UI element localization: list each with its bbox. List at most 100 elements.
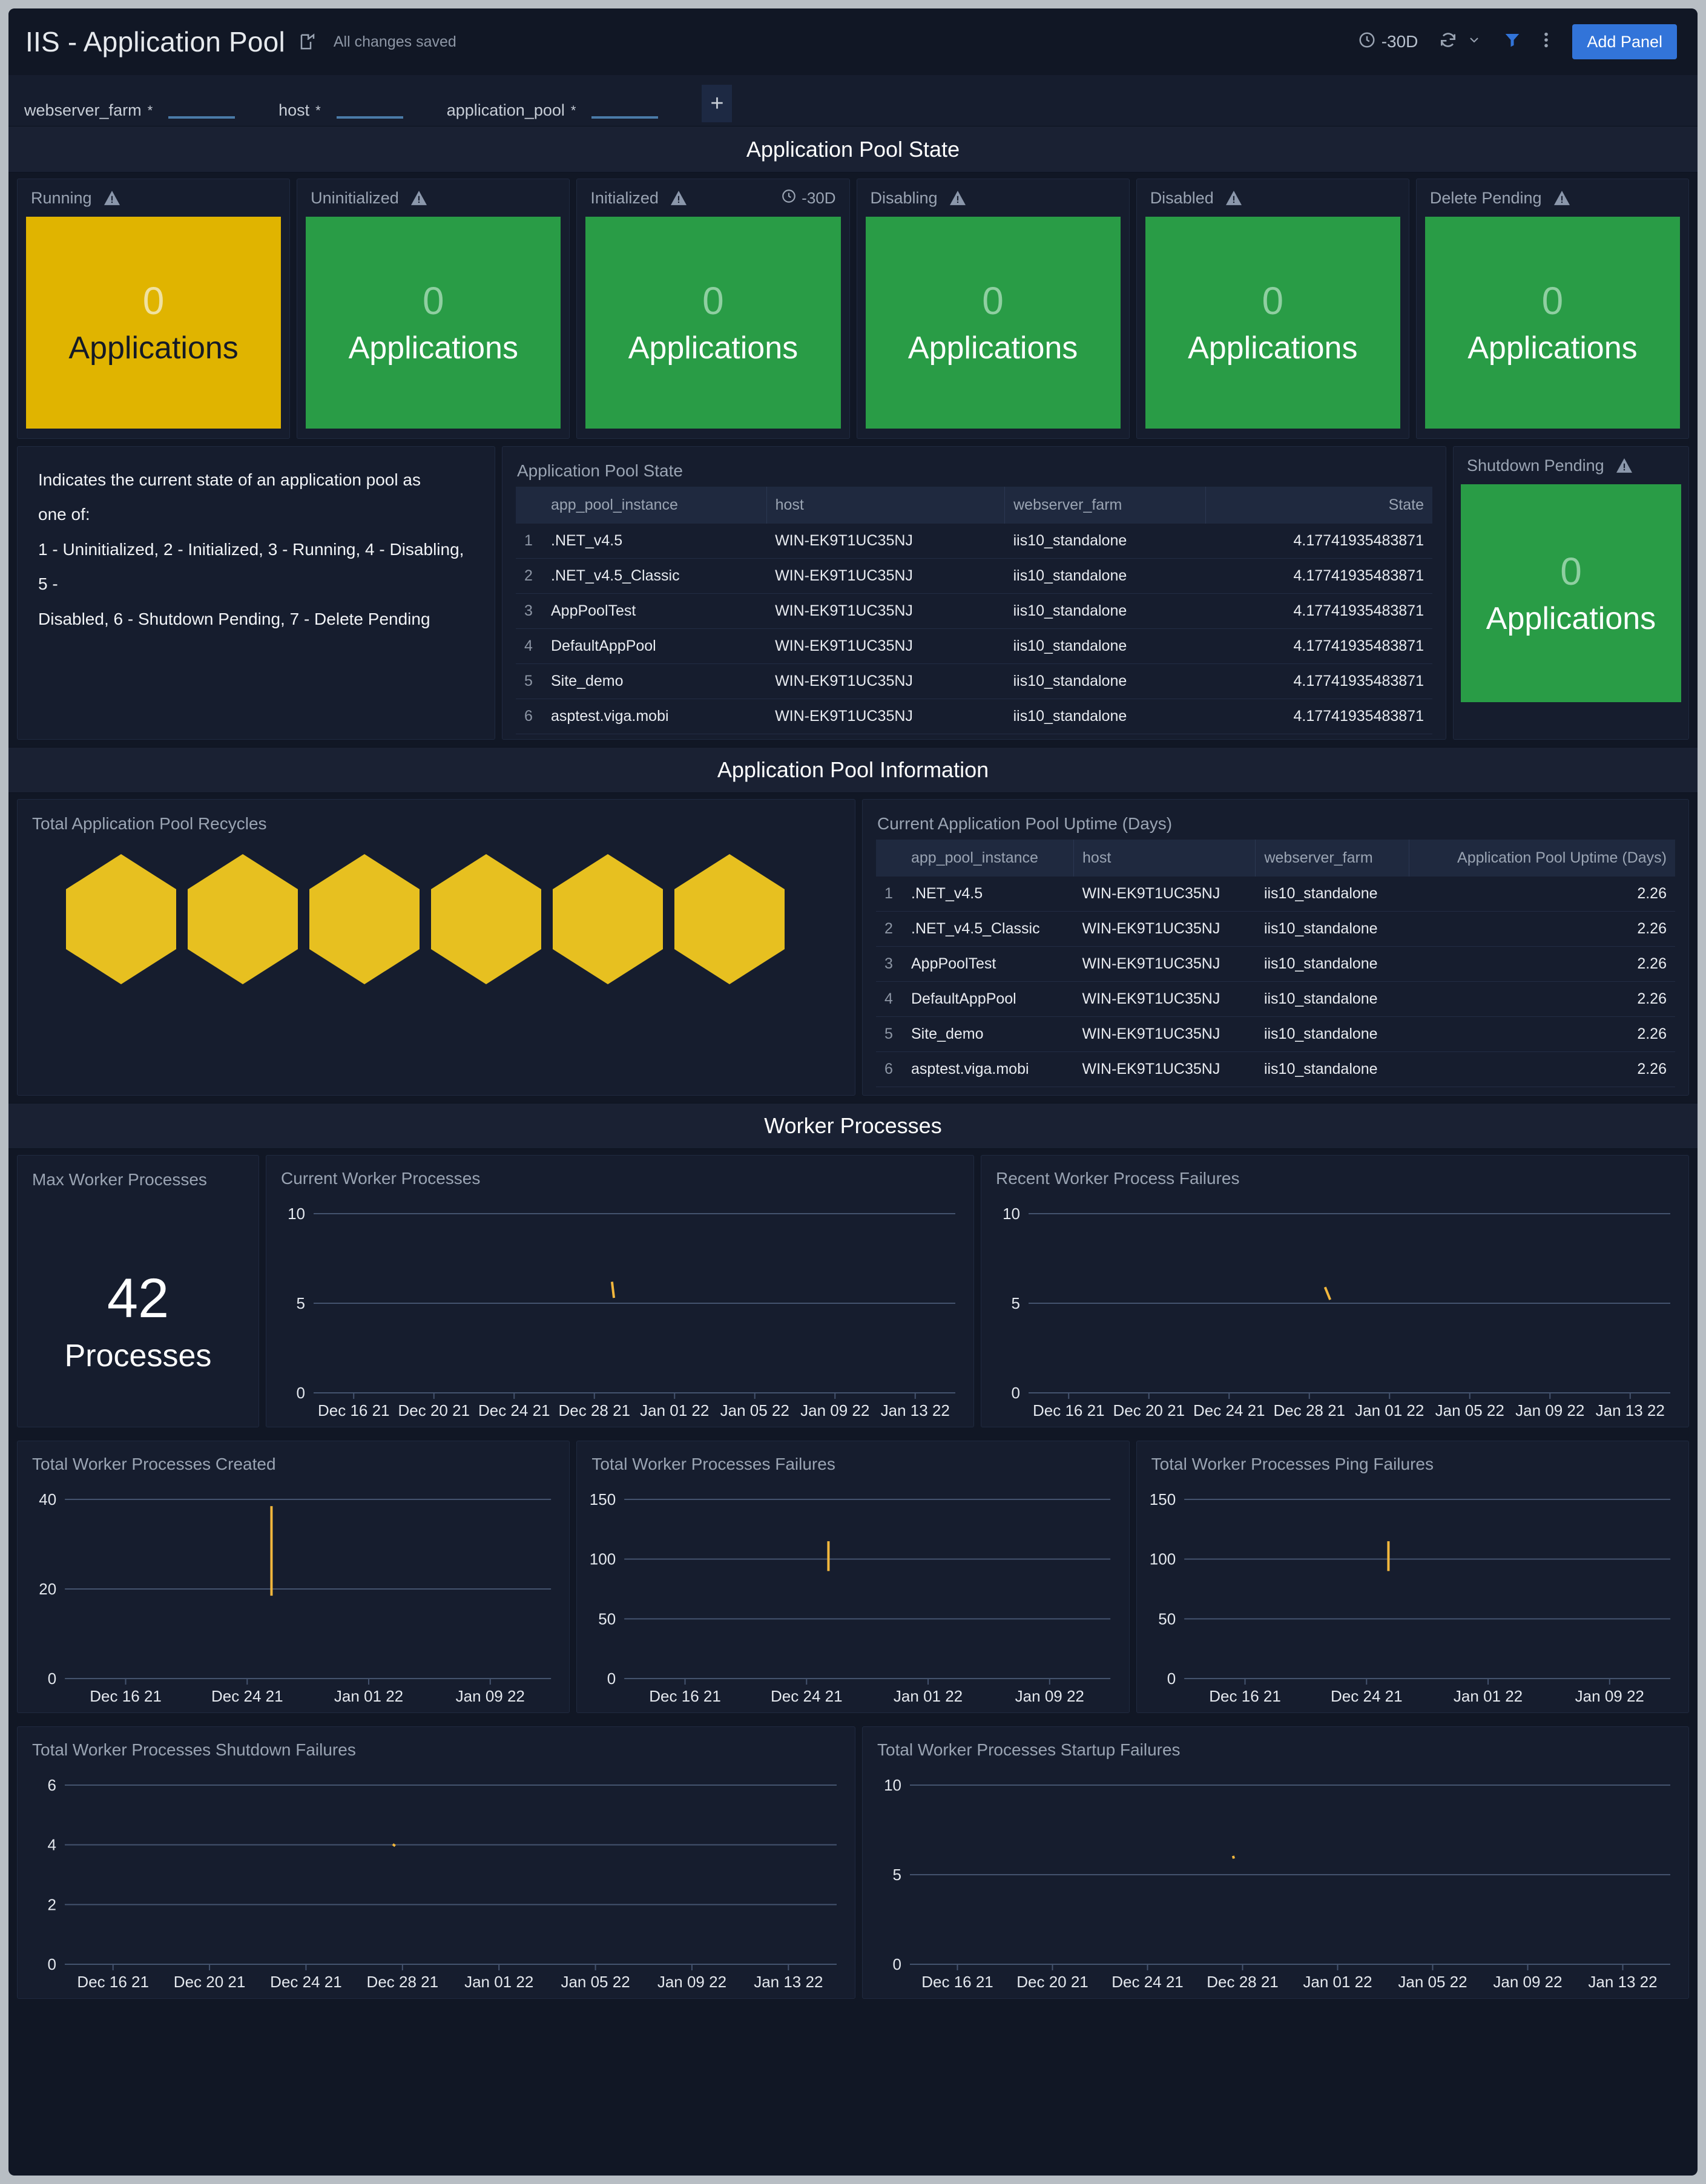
add-variable-button[interactable]: + xyxy=(702,85,733,122)
section-header-application-pool-information[interactable]: Application Pool Information xyxy=(8,747,1698,793)
cell-uptime: 2.26 xyxy=(1409,1051,1675,1087)
panel-title: Current Application Pool Uptime (Days) xyxy=(877,814,1173,833)
variable-input-webserver-farm[interactable] xyxy=(168,99,235,119)
panel-title: Current Worker Processes xyxy=(281,1169,481,1188)
stat-panel-initialized[interactable]: Initialized -30D 0 Applications xyxy=(576,179,850,439)
svg-text:Jan 05 22: Jan 05 22 xyxy=(1398,1973,1467,1991)
cell-app-pool-instance: Site_demo xyxy=(903,1016,1074,1052)
chart-panel-total-worker-processes-failures[interactable]: Total Worker Processes Failures 0 50 100 15… xyxy=(576,1441,1130,1713)
svg-text:Jan 01 22: Jan 01 22 xyxy=(894,1687,963,1705)
table-row[interactable]: 5 Site_demo WIN-EK9T1UC35NJ iis10_standa… xyxy=(516,663,1432,699)
section-header-worker-processes[interactable]: Worker Processes xyxy=(8,1103,1698,1149)
warning-triangle-icon[interactable] xyxy=(1616,458,1632,473)
filter-button[interactable] xyxy=(1492,23,1532,61)
plot-area[interactable]: 0 50 100 150 Dec 16 21 Dec 24 21 Jan 01 22 Jan … xyxy=(1137,1484,1688,1712)
table-header-app-pool-instance[interactable]: app_pool_instance xyxy=(903,840,1075,877)
table-header-host[interactable]: host xyxy=(766,487,1006,524)
chart-panel-recent-worker-process-failures[interactable]: Recent Worker Process Failures 0 5 10 Dec 1… xyxy=(981,1155,1689,1427)
hexagon-cell[interactable] xyxy=(553,854,663,984)
table-row[interactable]: 6 asptest.viga.mobi WIN-EK9T1UC35NJ iis1… xyxy=(516,699,1432,734)
variable-input-application-pool[interactable] xyxy=(591,99,659,119)
svg-text:150: 150 xyxy=(1149,1490,1175,1508)
time-range-picker[interactable]: -30D xyxy=(1348,23,1428,61)
hexagon-cell[interactable] xyxy=(188,854,298,984)
plot-area[interactable]: 0 5 10 Dec 16 21 Dec 20 21 Dec 24 21 Dec 28 21… xyxy=(863,1769,1688,1998)
panel-title: Total Worker Processes Failures xyxy=(591,1455,835,1473)
warning-triangle-icon[interactable] xyxy=(104,191,120,205)
warning-triangle-icon[interactable] xyxy=(410,191,427,205)
svg-text:Jan 01 22: Jan 01 22 xyxy=(640,1401,709,1419)
add-panel-button[interactable]: Add Panel xyxy=(1572,24,1677,59)
stat-panel-shutdown-pending[interactable]: Shutdown Pending 0 Applications xyxy=(1453,446,1689,740)
panel-application-pool-state-table[interactable]: Application Pool State app_pool_instance… xyxy=(502,446,1446,740)
cell-host: WIN-EK9T1UC35NJ xyxy=(1073,1016,1256,1052)
stat-panel-disabling[interactable]: Disabling 0 Applications xyxy=(856,179,1130,439)
table-row[interactable]: 4 DefaultAppPool WIN-EK9T1UC35NJ iis10_s… xyxy=(876,981,1675,1017)
svg-text:0: 0 xyxy=(297,1384,305,1402)
stat-panel-running[interactable]: Running 0 Applications xyxy=(17,179,291,439)
table-row[interactable]: 1 .NET_v4.5 WIN-EK9T1UC35NJ iis10_standa… xyxy=(876,877,1675,912)
cell-uptime: 2.26 xyxy=(1409,1016,1675,1052)
chevron-down-icon[interactable] xyxy=(1467,32,1481,51)
hexagon-cell[interactable] xyxy=(66,854,176,984)
table-row[interactable]: 2 .NET_v4.5_Classic WIN-EK9T1UC35NJ iis1… xyxy=(876,911,1675,947)
plot-area[interactable]: 0 50 100 150 Dec 16 21 Dec 24 21 Jan 01 22 Jan … xyxy=(577,1484,1128,1712)
stat-tile: 0 Applications xyxy=(865,217,1121,429)
section-title: Application Pool State xyxy=(746,136,960,162)
variable-host[interactable]: host * xyxy=(278,99,403,119)
warning-triangle-icon[interactable] xyxy=(1225,191,1242,205)
chart-panel-total-worker-processes-created[interactable]: Total Worker Processes Created 0 20 40 Dec … xyxy=(17,1441,570,1713)
svg-text:Jan 01 22: Jan 01 22 xyxy=(1355,1401,1424,1419)
variable-application-pool[interactable]: application_pool * xyxy=(447,99,659,119)
variable-input-host[interactable] xyxy=(336,99,403,119)
table-header-webserver-farm[interactable]: webserver_farm xyxy=(1004,487,1206,524)
panel-current-application-pool-uptime[interactable]: Current Application Pool Uptime (Days) a… xyxy=(862,799,1689,1096)
stat-panel-max-worker-processes[interactable]: Max Worker Processes 42 Processes xyxy=(17,1155,259,1427)
warning-triangle-icon[interactable] xyxy=(1553,191,1570,205)
plot-area[interactable]: 0 20 40 Dec 16 21 Dec 24 21 Jan 01 22 Jan 09 2… xyxy=(18,1484,569,1712)
more-vertical-icon xyxy=(1543,30,1549,54)
variable-label: webserver_farm xyxy=(24,101,142,119)
chart-panel-total-worker-processes-shutdown-failures[interactable]: Total Worker Processes Shutdown Failures… xyxy=(17,1726,855,1999)
table-row[interactable]: 3 AppPoolTest WIN-EK9T1UC35NJ iis10_stan… xyxy=(516,593,1432,629)
plot-area[interactable]: 0 2 4 6 Dec 16 21 Dec 20 21 Dec 24 21 Dec 28 21… xyxy=(18,1769,855,1998)
warning-triangle-icon[interactable] xyxy=(949,191,966,205)
hexagon-cell[interactable] xyxy=(431,854,541,984)
plot-area[interactable]: 0 5 10 Dec 16 21 Dec 20 21 Dec 24 21 Dec 28 21… xyxy=(266,1198,973,1427)
hexagon-cell[interactable] xyxy=(674,854,785,984)
table-row[interactable]: 3 AppPoolTest WIN-EK9T1UC35NJ iis10_stan… xyxy=(876,946,1675,982)
chart-panel-current-worker-processes[interactable]: Current Worker Processes 0 5 10 Dec 16 21 De… xyxy=(266,1155,974,1427)
table-row[interactable]: 2 .NET_v4.5_Classic WIN-EK9T1UC35NJ iis1… xyxy=(516,558,1432,594)
panel-total-application-pool-recycles[interactable]: Total Application Pool Recycles xyxy=(17,799,855,1096)
warning-triangle-icon[interactable] xyxy=(670,191,687,205)
table-header-uptime-days[interactable]: Application Pool Uptime (Days) xyxy=(1409,840,1675,877)
description-line-3: 1 - Uninitialized, 2 - Initialized, 3 - … xyxy=(38,539,464,594)
cell-host: WIN-EK9T1UC35NJ xyxy=(1073,946,1256,982)
chart-panel-total-worker-processes-ping-failures[interactable]: Total Worker Processes Ping Failures 0 50… xyxy=(1136,1441,1689,1713)
table-header-app-pool-instance[interactable]: app_pool_instance xyxy=(542,487,767,524)
more-options-button[interactable] xyxy=(1532,23,1560,61)
stat-panel-disabled[interactable]: Disabled 0 Applications xyxy=(1136,179,1409,439)
variable-webserver-farm[interactable]: webserver_farm * xyxy=(24,99,235,119)
table-row[interactable]: 4 DefaultAppPool WIN-EK9T1UC35NJ iis10_s… xyxy=(516,628,1432,664)
table-row[interactable]: 6 asptest.viga.mobi WIN-EK9T1UC35NJ iis1… xyxy=(876,1051,1675,1087)
refresh-button[interactable] xyxy=(1428,23,1492,61)
table-row[interactable]: 1 .NET_v4.5 WIN-EK9T1UC35NJ iis10_standa… xyxy=(516,524,1432,559)
table-header-host[interactable]: host xyxy=(1073,840,1256,877)
table-header-webserver-farm[interactable]: webserver_farm xyxy=(1255,840,1409,877)
share-icon[interactable] xyxy=(298,32,317,51)
stat-panel-uninitialized[interactable]: Uninitialized 0 Applications xyxy=(297,179,570,439)
svg-text:0: 0 xyxy=(1012,1384,1020,1402)
svg-text:10: 10 xyxy=(288,1205,305,1223)
chart-panel-total-worker-processes-startup-failures[interactable]: Total Worker Processes Startup Failures … xyxy=(862,1726,1689,1999)
section-header-application-pool-state[interactable]: Application Pool State xyxy=(8,127,1698,173)
panel-state-description[interactable]: Indicates the current state of an applic… xyxy=(17,446,495,740)
table-row[interactable]: 5 Site_demo WIN-EK9T1UC35NJ iis10_standa… xyxy=(876,1016,1675,1052)
hexagon-cell[interactable] xyxy=(309,854,420,984)
table-header-state[interactable]: State xyxy=(1205,487,1432,524)
plot-area[interactable]: 0 5 10 Dec 16 21 Dec 20 21 Dec 24 21 Dec 28 21… xyxy=(981,1198,1688,1427)
table-header-row: app_pool_instance host webserver_farm Ap… xyxy=(876,840,1675,877)
panel-time-override[interactable]: -30D xyxy=(781,188,836,208)
state-detail-row: Indicates the current state of an applic… xyxy=(8,446,1698,747)
stat-panel-delete-pending[interactable]: Delete Pending 0 Applications xyxy=(1415,179,1690,439)
